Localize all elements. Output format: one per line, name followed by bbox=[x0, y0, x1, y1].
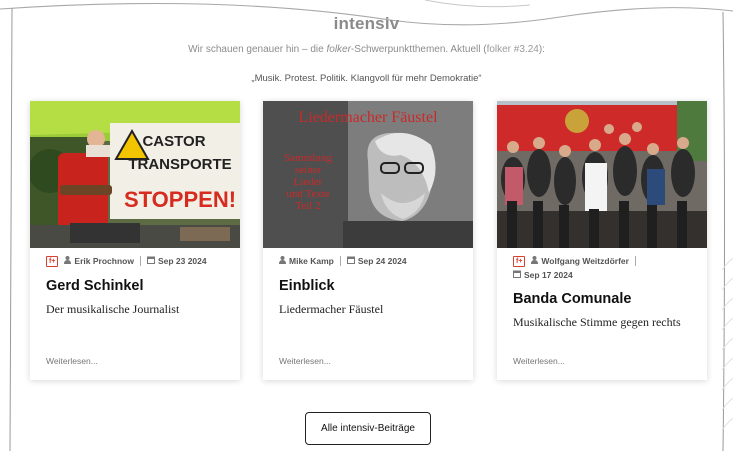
read-more-link[interactable]: Weiterlesen... bbox=[46, 356, 98, 366]
intro-magazine-name: folker bbox=[326, 44, 351, 55]
intro-text-3: ): bbox=[538, 44, 545, 55]
cover-text-line-5: Teil 2 bbox=[295, 200, 320, 212]
section-intro: Wir schauen genauer hin – die folker-Sch… bbox=[0, 44, 733, 55]
section-quote: „Musik. Protest. Politik. Klangvoll für … bbox=[251, 73, 482, 84]
cover-text-line-3: Lieder bbox=[294, 176, 323, 188]
article-card-banda-comunale[interactable]: f+ Wolfgang Weitzdörfer Sep 17 2024 Band… bbox=[497, 101, 707, 380]
user-icon bbox=[64, 254, 72, 268]
article-image[interactable]: CASTOR TRANSPORTE STOPPEN! bbox=[30, 101, 240, 248]
article-author[interactable]: Erik Prochnow bbox=[74, 254, 134, 268]
article-title[interactable]: Einblick bbox=[279, 278, 463, 294]
article-author[interactable]: Mike Kamp bbox=[289, 254, 334, 268]
calendar-icon bbox=[146, 254, 155, 268]
article-date: Sep 23 2024 bbox=[157, 256, 207, 266]
cover-text-line-1: Sammlung bbox=[284, 152, 332, 164]
all-intensiv-articles-button[interactable]: Alle intensiv-Beiträge bbox=[305, 412, 431, 445]
section-title: intensiv bbox=[333, 14, 400, 33]
calendar-icon bbox=[513, 268, 521, 282]
article-subtitle: Der musikalische Journalist bbox=[46, 302, 180, 316]
article-date: Sep 17 2024 bbox=[524, 270, 573, 280]
article-subtitle: Liedermacher Fäustel bbox=[279, 302, 384, 316]
article-subtitle: Musikalische Stimme gegen rechts bbox=[513, 315, 681, 329]
meta-separator bbox=[139, 256, 141, 266]
user-icon bbox=[279, 254, 286, 268]
folker-plus-badge: f+ bbox=[46, 255, 59, 267]
banner-text-line-1: CASTOR bbox=[142, 133, 205, 150]
intro-issue-link[interactable]: folker #3.24 bbox=[487, 44, 539, 55]
article-meta: f+ Erik Prochnow Sep 23 2024 bbox=[46, 254, 228, 268]
intro-text-2: -Schwerpunktthemen. Aktuell ( bbox=[350, 44, 487, 55]
folker-plus-badge: f+ bbox=[513, 255, 526, 267]
meta-separator bbox=[339, 256, 341, 266]
article-card-einblick[interactable]: Liedermacher Fäustel Sammlung seiner Lie… bbox=[263, 101, 473, 380]
article-date: Sep 24 2024 bbox=[357, 256, 407, 266]
banner-text-line-3: STOPPEN! bbox=[124, 187, 236, 212]
cover-title-text: Liedermacher Fäustel bbox=[298, 109, 438, 126]
cover-text-line-2: seiner bbox=[295, 164, 322, 176]
article-title[interactable]: Gerd Schinkel bbox=[46, 278, 230, 294]
banner-text-line-2: TRANSPORTE bbox=[128, 156, 231, 173]
article-author[interactable]: Wolfgang Weitzdörfer bbox=[541, 254, 629, 268]
article-title[interactable]: Banda Comunale bbox=[513, 291, 697, 307]
article-image[interactable] bbox=[497, 101, 707, 248]
user-icon bbox=[531, 254, 539, 268]
calendar-icon bbox=[346, 254, 355, 268]
read-more-link[interactable]: Weiterlesen... bbox=[279, 356, 331, 366]
cover-text-line-4: und Texte bbox=[286, 188, 329, 200]
intro-text-1: Wir schauen genauer hin – die bbox=[188, 44, 327, 55]
article-image[interactable]: Liedermacher Fäustel Sammlung seiner Lie… bbox=[263, 101, 473, 248]
article-meta: f+ Wolfgang Weitzdörfer Sep 17 2024 bbox=[513, 254, 695, 282]
article-card-gerd-schinkel[interactable]: CASTOR TRANSPORTE STOPPEN! f+ Erik Proch… bbox=[30, 101, 240, 380]
meta-separator bbox=[634, 256, 636, 266]
article-meta: Mike Kamp Sep 24 2024 bbox=[279, 254, 461, 268]
read-more-link[interactable]: Weiterlesen... bbox=[513, 356, 565, 366]
